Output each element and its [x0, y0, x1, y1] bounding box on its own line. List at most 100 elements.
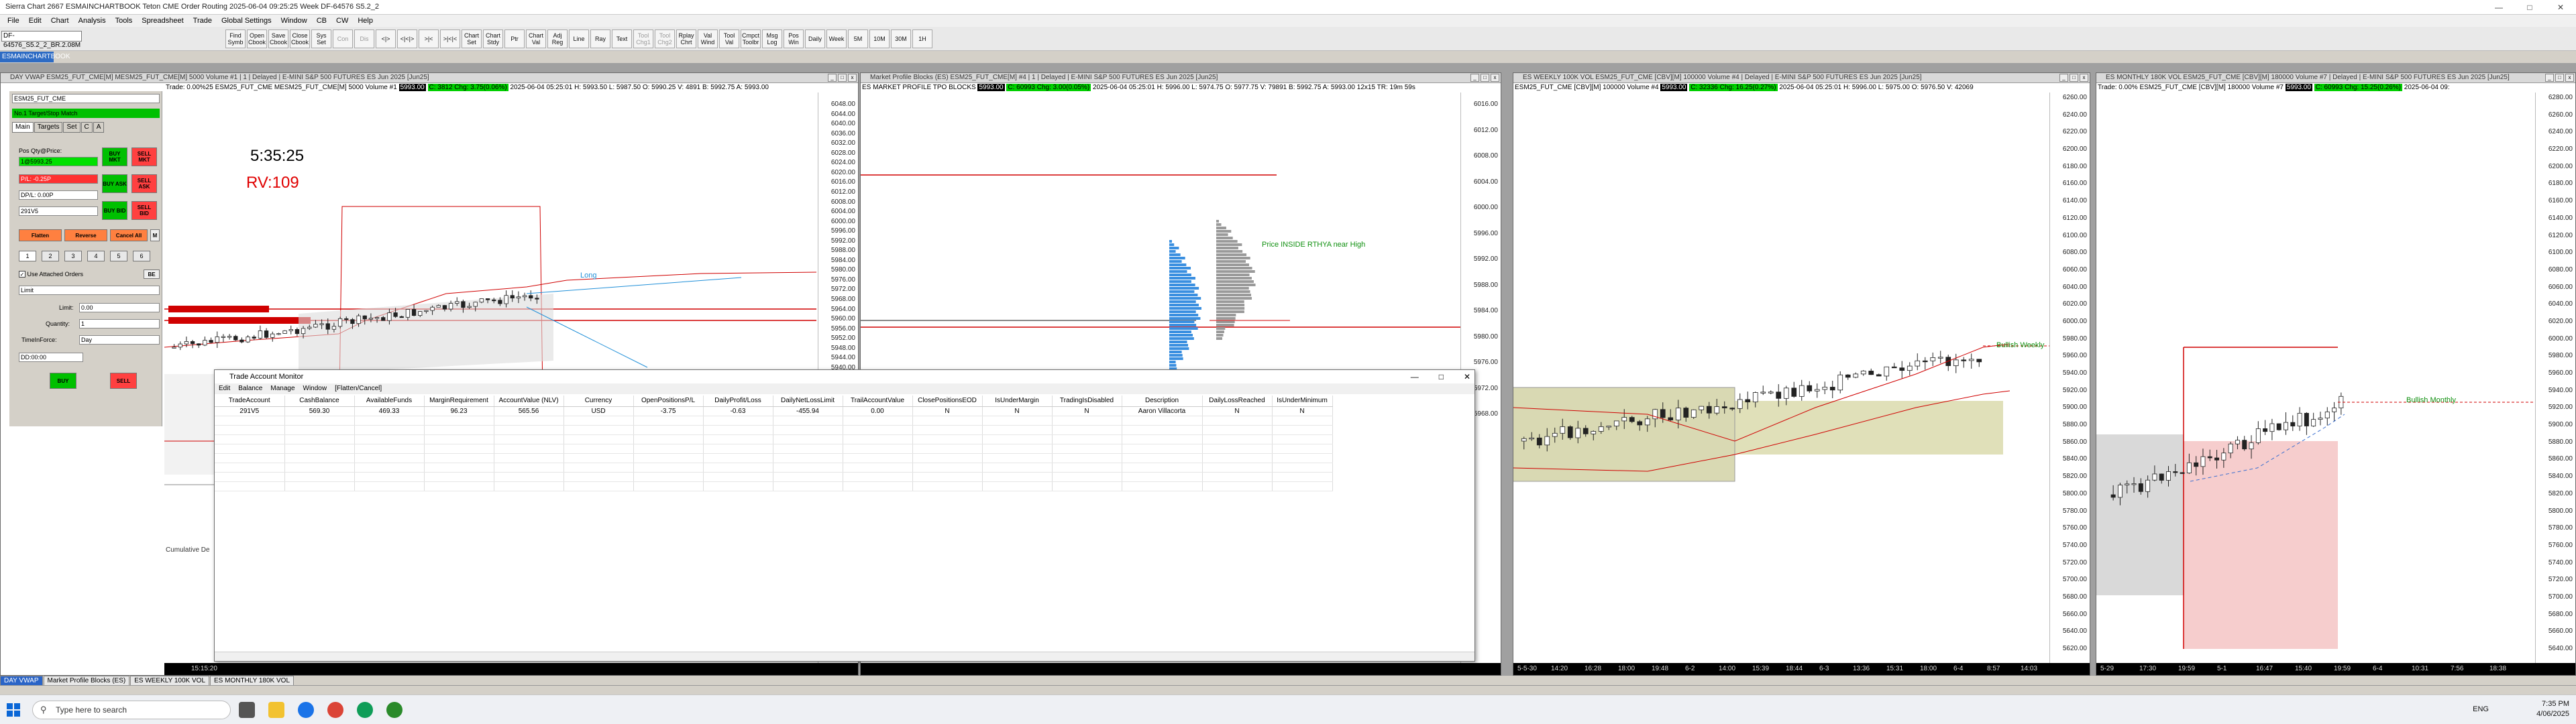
chart-plot[interactable]: [1513, 93, 2051, 664]
toolbar-button[interactable]: 5M: [848, 29, 868, 48]
toolbar-button[interactable]: Find Symb: [225, 29, 246, 48]
column-header[interactable]: AvailableFunds: [354, 396, 425, 407]
menu-edit[interactable]: Edit: [24, 17, 46, 25]
time-axis[interactable]: 15:15:20: [164, 663, 858, 675]
price-axis[interactable]: 6260.00 6240.00 6220.00 6200.00 6180.00 6160.…: [2049, 93, 2090, 663]
menu-help[interactable]: Help: [353, 17, 378, 25]
tam-menu-manage[interactable]: Manage: [266, 383, 299, 394]
column-header[interactable]: DailyProfit/Loss: [703, 396, 773, 407]
tab-market-profile[interactable]: Market Profile Blocks (ES): [43, 676, 130, 685]
minimize-icon[interactable]: _: [2545, 74, 2554, 82]
gtd-field[interactable]: DD:00:00: [19, 353, 83, 362]
column-header[interactable]: MarginRequirement: [424, 396, 494, 407]
toolbar-button[interactable]: 1H: [912, 29, 932, 48]
maximize-icon[interactable]: □: [2514, 0, 2545, 15]
breakeven-button[interactable]: BE: [144, 269, 160, 279]
toolbar-button[interactable]: Cmpct Toolbr: [741, 29, 761, 48]
toolbar-button[interactable]: Chart Stdy: [483, 29, 503, 48]
column-header[interactable]: Currency: [564, 396, 634, 407]
toolbar-button[interactable]: Dis: [354, 29, 374, 48]
toolbar-button[interactable]: Ptr: [504, 29, 525, 48]
tam-title-bar[interactable]: Trade Account Monitor — □ ✕: [215, 370, 1474, 383]
column-header[interactable]: AccountValue (NLV): [494, 396, 564, 407]
quantity-preset-button[interactable]: 1: [19, 251, 36, 261]
time-axis[interactable]: [861, 663, 1501, 675]
toolbar-button[interactable]: Open Cbook: [247, 29, 267, 48]
sell-ask-button[interactable]: SELL ASK: [131, 174, 157, 193]
chrome-icon[interactable]: [327, 702, 343, 718]
column-header[interactable]: TrailAccountValue: [843, 396, 913, 407]
sell-button[interactable]: SELL: [110, 373, 137, 389]
toolbar-button[interactable]: Chart Val: [526, 29, 546, 48]
menu-window[interactable]: Window: [276, 17, 312, 25]
quantity-field[interactable]: 1: [79, 319, 160, 328]
toolbar-button[interactable]: Tool Val: [719, 29, 739, 48]
maximize-icon[interactable]: □: [838, 74, 847, 82]
chartbook-tab[interactable]: ESMAINCHARTBOOK: [0, 52, 70, 62]
toolbar-button[interactable]: Ray: [590, 29, 610, 48]
tab-c[interactable]: C: [80, 122, 93, 133]
toolbar-button[interactable]: Pos Win: [784, 29, 804, 48]
column-header[interactable]: OpenPositionsP/L: [633, 396, 704, 407]
system-tray[interactable]: ENG 7:35 PM 4/06/2025: [2473, 699, 2569, 719]
taskbar-search[interactable]: Type here to search: [32, 701, 231, 719]
horizontal-scrollbar[interactable]: [215, 652, 1474, 661]
toolbar-button[interactable]: Line: [569, 29, 589, 48]
trade-account-monitor[interactable]: Trade Account Monitor — □ ✕ Edit Balance…: [214, 369, 1475, 662]
close-icon[interactable]: x: [848, 74, 857, 82]
chart-window-weekly[interactable]: ES WEEKLY 100K VOL ESM25_FUT_CME [CBV][M…: [1513, 72, 2090, 676]
account-select[interactable]: 291V5: [19, 206, 98, 216]
tam-menu-edit[interactable]: Edit: [215, 383, 234, 394]
maximize-icon[interactable]: □: [1481, 74, 1489, 82]
time-axis[interactable]: 5-5-30 14:20 16:28 18:00 19:48 6-2 14:00 15:39 1…: [1513, 663, 2090, 675]
minimize-icon[interactable]: _: [828, 74, 837, 82]
menu-file[interactable]: File: [3, 17, 24, 25]
column-header[interactable]: Description: [1122, 396, 1203, 407]
price-axis[interactable]: 6280.00 6260.00 6240.00 6220.00 6200.00 6180.…: [2535, 93, 2575, 663]
menu-global-settings[interactable]: Global Settings: [217, 17, 276, 25]
tif-select[interactable]: Day: [79, 335, 160, 345]
browser-icon[interactable]: [298, 702, 314, 718]
tab-day-vwap[interactable]: DAY VWAP: [0, 676, 43, 685]
target-stop-button[interactable]: No.1 Target/Stop Match: [12, 109, 160, 118]
column-header[interactable]: IsUnderMargin: [982, 396, 1053, 407]
m-button[interactable]: M: [150, 229, 160, 241]
toolbar-button[interactable]: <|<|>: [397, 29, 417, 48]
chart-caption[interactable]: ES MONTHLY 180K VOL ESM25_FUT_CME [CBV][…: [2096, 73, 2575, 83]
tab-monthly[interactable]: ES MONTHLY 180K VOL: [210, 676, 294, 685]
buy-market-button[interactable]: BUY MKT: [102, 147, 127, 166]
menu-tools[interactable]: Tools: [111, 17, 138, 25]
quantity-preset-button[interactable]: 6: [133, 251, 150, 261]
toolbar-button[interactable]: Val Wind: [698, 29, 718, 48]
minimize-icon[interactable]: _: [1470, 74, 1479, 82]
minimize-icon[interactable]: —: [2483, 0, 2514, 15]
menu-cb[interactable]: CB: [312, 17, 331, 25]
tab-targets[interactable]: Targets: [34, 122, 63, 133]
buy-button[interactable]: BUY: [50, 373, 76, 389]
toolbar-button[interactable]: 30M: [891, 29, 911, 48]
quantity-preset-button[interactable]: 4: [87, 251, 105, 261]
file-explorer-icon[interactable]: [268, 702, 284, 718]
time-axis[interactable]: 5-29 17:30 19:59 5-1 16:47 15:40 19:59 6-4 10:31…: [2096, 663, 2575, 675]
toolbar-button[interactable]: Week: [826, 29, 847, 48]
buy-ask-button[interactable]: BUY ASK: [102, 174, 127, 193]
windows-start-icon[interactable]: [7, 703, 20, 717]
menu-cw[interactable]: CW: [331, 17, 353, 25]
tab-set[interactable]: Set: [63, 122, 80, 133]
chart-window-monthly[interactable]: ES MONTHLY 180K VOL ESM25_FUT_CME [CBV][…: [2096, 72, 2576, 676]
toolbar-button[interactable]: Con: [333, 29, 353, 48]
column-header[interactable]: TradeAccount: [215, 396, 285, 407]
symbol-field[interactable]: ESM25_FUT_CME: [12, 94, 160, 103]
column-header[interactable]: DailyLossReached: [1202, 396, 1273, 407]
menu-spreadsheet[interactable]: Spreadsheet: [137, 17, 188, 25]
task-view-icon[interactable]: [239, 702, 255, 718]
toolbar-button[interactable]: Tool Chg2: [655, 29, 675, 48]
toolbar-button[interactable]: Tool Chg1: [633, 29, 653, 48]
cancel-all-button[interactable]: Cancel All: [110, 229, 148, 241]
toolbar-button[interactable]: 10M: [869, 29, 890, 48]
toolbar-button[interactable]: Adj Reg: [547, 29, 568, 48]
chrome-profile-icon[interactable]: [357, 702, 373, 718]
use-attached-orders[interactable]: ✓ Use Attached Orders: [19, 271, 83, 278]
sell-bid-button[interactable]: SELL BID: [131, 201, 157, 220]
close-icon[interactable]: ✕: [2545, 0, 2576, 15]
